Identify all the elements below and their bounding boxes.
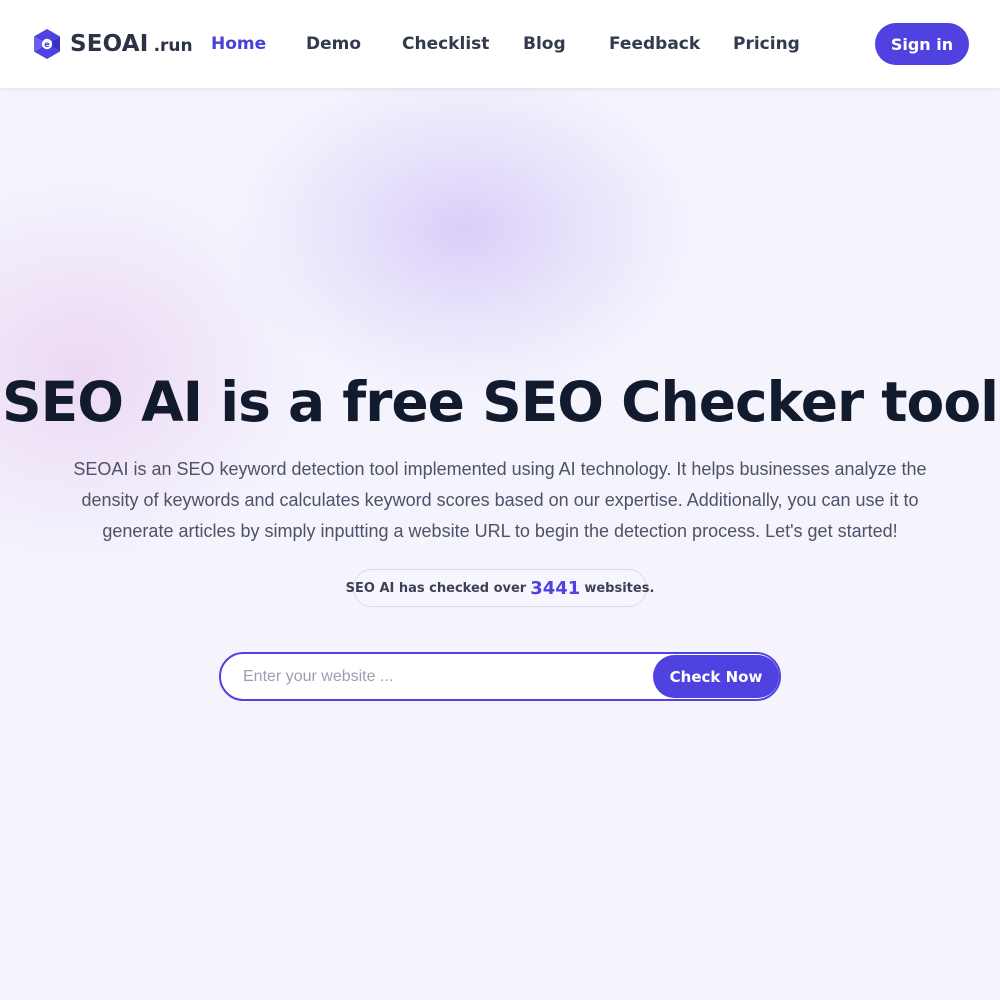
- top-navbar: e SEOAI .run Home Demo Checklist Blog Fe…: [0, 0, 1000, 88]
- nav-demo[interactable]: Demo: [306, 32, 361, 56]
- page: e SEOAI .run Home Demo Checklist Blog Fe…: [0, 0, 1000, 1000]
- nav-home[interactable]: Home: [211, 32, 266, 56]
- check-now-button[interactable]: Check Now: [653, 655, 779, 698]
- nav-pricing[interactable]: Pricing: [733, 32, 800, 56]
- nav-blog[interactable]: Blog: [523, 32, 566, 56]
- hero-description: SEOAI is an SEO keyword detection tool i…: [73, 459, 927, 541]
- counter-prefix: SEO AI has checked over: [345, 580, 527, 596]
- background-glow: [230, 60, 700, 400]
- checked-count-badge: SEO AI has checked over 3441 websites.: [346, 569, 654, 607]
- website-check-form: Check Now: [219, 652, 781, 701]
- hero-title: SEO AI is a free SEO Checker tool: [2, 370, 999, 434]
- main-nav: Home Demo Checklist Blog Feedback Pricin…: [0, 0, 1000, 88]
- website-url-input[interactable]: [243, 663, 643, 691]
- nav-feedback[interactable]: Feedback: [609, 32, 700, 56]
- checked-count: 3441: [530, 577, 581, 599]
- sign-in-button[interactable]: Sign in: [875, 23, 969, 65]
- nav-checklist[interactable]: Checklist: [402, 32, 489, 56]
- counter-suffix: websites.: [584, 580, 655, 596]
